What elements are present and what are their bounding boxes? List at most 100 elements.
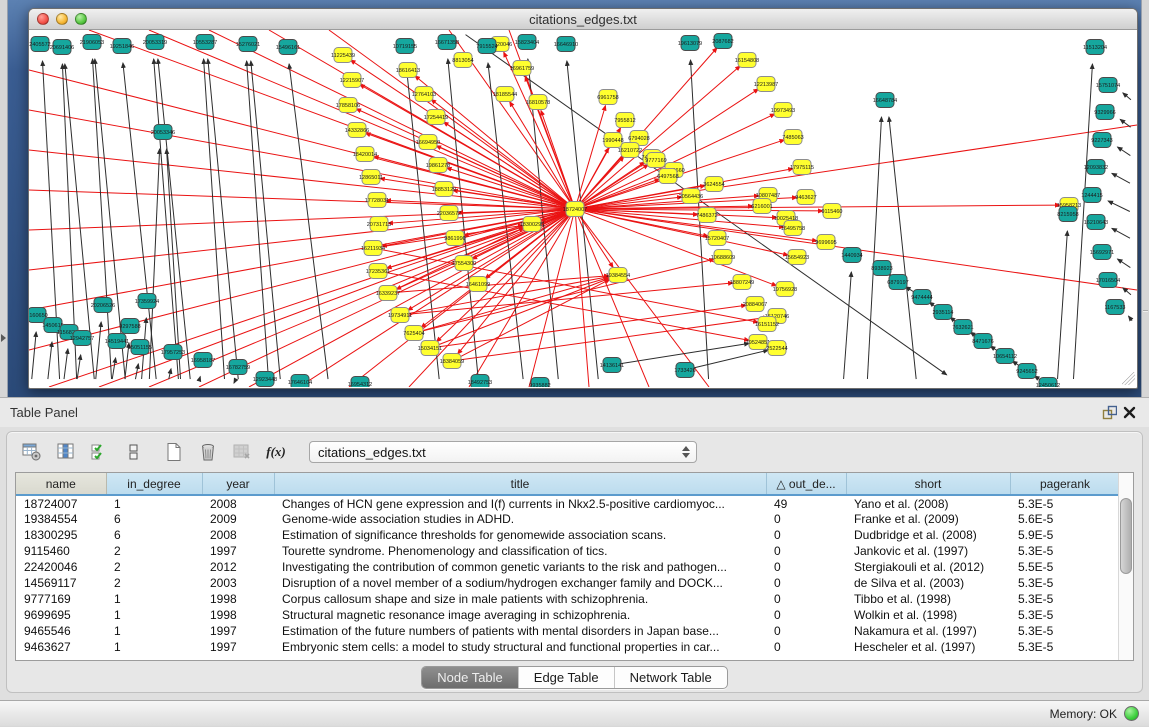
row-height-icon[interactable]: [121, 439, 147, 465]
graph-node[interactable]: 7915524: [476, 39, 497, 54]
graph-node[interactable]: 15654923: [785, 250, 809, 265]
table-cell[interactable]: Stergiakouli et al. (2012): [846, 559, 1010, 575]
table-cell[interactable]: 9115460: [16, 543, 106, 559]
graph-node[interactable]: 1733426: [674, 363, 695, 378]
column-settings-icon[interactable]: [19, 439, 45, 465]
table-cell[interactable]: 5.3E-5: [1010, 623, 1120, 639]
graph-node[interactable]: 10654112: [993, 349, 1017, 364]
graph-node[interactable]: 1440934: [841, 248, 862, 263]
graph-node[interactable]: 9227343: [1091, 133, 1112, 148]
graph-node[interactable]: 6961758: [597, 90, 618, 105]
graph-node[interactable]: 19384554: [606, 268, 630, 283]
graph-node[interactable]: 9245652: [1016, 364, 1037, 379]
graph-node[interactable]: 9115460: [821, 204, 842, 219]
column-header-in_degree[interactable]: in_degree: [106, 473, 202, 495]
table-row[interactable]: 977716911998Corpus callosum shape and si…: [16, 591, 1120, 607]
graph-node[interactable]: 8215958: [1057, 207, 1078, 222]
column-header-out_degree[interactable]: △ out_de...: [766, 473, 846, 495]
show-column-icon[interactable]: [53, 439, 79, 465]
table-cell[interactable]: 0: [766, 511, 846, 527]
graph-node[interactable]: 16210722: [618, 143, 642, 158]
graph-node[interactable]: 15276021: [236, 37, 260, 52]
table-cell[interactable]: 6: [106, 527, 202, 543]
graph-node[interactable]: 2087682: [712, 34, 733, 49]
table-cell[interactable]: Yano et al. (2008): [846, 495, 1010, 511]
table-cell[interactable]: Estimation of significance thresholds fo…: [274, 527, 766, 543]
graph-node[interactable]: 14519441: [105, 334, 129, 349]
select-attributes-icon[interactable]: [87, 439, 113, 465]
table-cell[interactable]: Hescheler et al. (1997): [846, 639, 1010, 655]
graph-node[interactable]: 16958187: [191, 353, 215, 368]
column-header-year[interactable]: year: [202, 473, 274, 495]
graph-node[interactable]: 15496161: [276, 40, 300, 55]
graph-node[interactable]: 10688609: [711, 250, 735, 265]
table-cell[interactable]: 9699695: [16, 607, 106, 623]
table-row[interactable]: 1872400712008Changes of HCN gene express…: [16, 495, 1120, 511]
table-selector[interactable]: citations_edges.txt: [309, 441, 697, 463]
table-cell[interactable]: 6: [106, 511, 202, 527]
graph-node[interactable]: 8471676: [972, 334, 993, 349]
table-cell[interactable]: Tourette syndrome. Phenomenology and cla…: [274, 543, 766, 559]
table-cell[interactable]: 19384554: [16, 511, 106, 527]
table-cell[interactable]: 2: [106, 543, 202, 559]
graph-node[interactable]: 16648784: [873, 93, 897, 108]
table-cell[interactable]: Corpus callosum shape and size in male p…: [274, 591, 766, 607]
graph-node[interactable]: 15051155: [128, 340, 152, 355]
table-cell[interactable]: 2012: [202, 559, 274, 575]
table-cell[interactable]: Wolkin et al. (1998): [846, 607, 1010, 623]
graph-node[interactable]: 8938923: [871, 261, 892, 276]
table-cell[interactable]: 9465546: [16, 623, 106, 639]
graph-node[interactable]: 6497568: [657, 169, 678, 184]
close-window-button[interactable]: [37, 13, 49, 25]
column-header-name[interactable]: name: [16, 473, 106, 495]
graph-node[interactable]: 16154808: [735, 53, 759, 68]
tab-node-table[interactable]: Node Table: [422, 667, 518, 688]
close-panel-button[interactable]: [1119, 403, 1139, 423]
graph-node[interactable]: 15823404: [515, 35, 539, 50]
table-cell[interactable]: Structural magnetic resonance image aver…: [274, 607, 766, 623]
table-cell[interactable]: 1997: [202, 623, 274, 639]
table-cell[interactable]: 9463627: [16, 639, 106, 655]
graph-node[interactable]: 9297588: [119, 319, 140, 334]
graph-node[interactable]: 7485063: [782, 130, 803, 145]
graph-node[interactable]: 17235361: [366, 264, 390, 279]
table-cell[interactable]: 18300295: [16, 527, 106, 543]
graph-node[interactable]: 2522544: [766, 341, 787, 356]
graph-node[interactable]: 10973493: [771, 103, 795, 118]
table-cell[interactable]: Tibbo et al. (1998): [846, 591, 1010, 607]
table-cell[interactable]: Dudbridge et al. (2008): [846, 527, 1010, 543]
graph-node[interactable]: 14136141: [600, 358, 624, 373]
table-cell[interactable]: 0: [766, 527, 846, 543]
table-row[interactable]: 2242004622012Investigating the contribut…: [16, 559, 1120, 575]
table-cell[interactable]: Estimation of the future numbers of pati…: [274, 623, 766, 639]
graph-node[interactable]: 18807249: [730, 275, 754, 290]
table-cell[interactable]: 18724007: [16, 495, 106, 511]
table-row[interactable]: 1456911722003Disruption of a novel membe…: [16, 575, 1120, 591]
graph-node[interactable]: 12865011: [359, 170, 383, 185]
function-builder-icon[interactable]: f(x): [263, 439, 289, 465]
graph-node[interactable]: 18384059: [440, 354, 464, 369]
results-panel-collapsed-strip[interactable]: [1141, 0, 1149, 397]
table-row[interactable]: 969969511998Structural magnetic resonanc…: [16, 607, 1120, 623]
graph-node[interactable]: 9329966: [1094, 105, 1115, 120]
graph-node[interactable]: 10553287: [193, 35, 217, 50]
table-cell[interactable]: 1: [106, 639, 202, 655]
graph-node[interactable]: 16495758: [781, 221, 805, 236]
graph-node[interactable]: 18420014: [353, 147, 377, 162]
graph-node[interactable]: 1990448: [602, 133, 623, 148]
graph-node[interactable]: 19251846: [110, 39, 134, 54]
graph-node[interactable]: 1167533: [1104, 300, 1125, 315]
column-header-short[interactable]: short: [846, 473, 1010, 495]
graph-node[interactable]: 16151152: [755, 317, 779, 332]
graph-node[interactable]: 11225439: [331, 48, 355, 63]
graph-node[interactable]: 17254419: [424, 110, 448, 125]
table-row[interactable]: 946554611997Estimation of the future num…: [16, 623, 1120, 639]
graph-node[interactable]: 16954312: [348, 377, 372, 388]
table-cell[interactable]: de Silva et al. (2003): [846, 575, 1010, 591]
graph-node[interactable]: 16671358: [435, 35, 459, 50]
graph-node[interactable]: 16961759: [510, 61, 534, 76]
table-cell[interactable]: 1997: [202, 543, 274, 559]
graph-node[interactable]: 7955812: [614, 113, 635, 128]
graph-node[interactable]: 2405572: [29, 37, 50, 52]
graph-node[interactable]: 7632621: [952, 320, 973, 335]
